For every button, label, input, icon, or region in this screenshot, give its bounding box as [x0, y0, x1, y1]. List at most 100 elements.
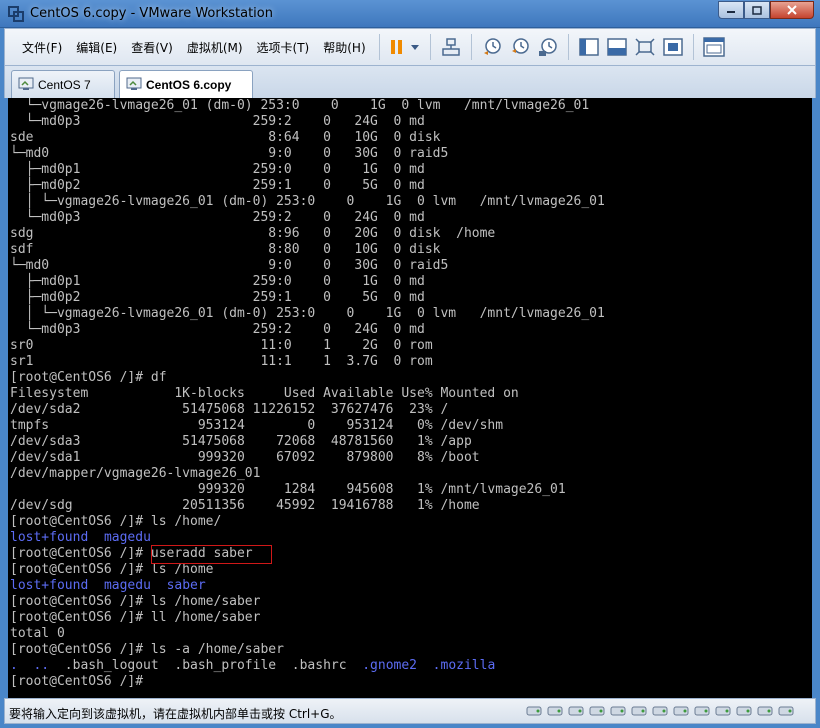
maximize-button[interactable] — [744, 1, 770, 19]
terminal-text: ├─md0p1 259:0 0 1G 0 md — [10, 274, 425, 289]
status-message: 要将输入定向到该虚拟机，请在虚拟机内部单击或按 Ctrl+G。 — [9, 707, 342, 721]
printer-icon[interactable] — [735, 703, 753, 719]
menu-toolbar: 文件(F) 编辑(E) 查看(V) 虚拟机(M) 选项卡(T) 帮助(H) — [4, 28, 816, 66]
toolbar-divider — [692, 34, 694, 60]
directory-name: .mozilla — [432, 658, 496, 673]
terminal-line: [root@CentOS6 /]# ls /home — [8, 562, 812, 578]
message-icon[interactable] — [777, 703, 795, 719]
snapshot-button[interactable] — [478, 33, 506, 61]
terminal-text: [root@CentOS6 /]# ls -a /home/saber — [10, 642, 284, 657]
terminal-line: [root@CentOS6 /]# ls /home/ — [8, 514, 812, 530]
hdd-icon[interactable] — [567, 703, 585, 719]
hdd-icon[interactable] — [546, 703, 564, 719]
revert-snapshot-button[interactable] — [506, 33, 534, 61]
terminal-text: Filesystem 1K-blocks Used Available Use%… — [10, 386, 519, 401]
terminal-line: │ └─vgmage26-lvmage26_01 (dm-0) 253:0 0 … — [8, 306, 812, 322]
terminal-line: /dev/sdg 20511356 45992 19416788 1% /hom… — [8, 498, 812, 514]
close-button[interactable] — [770, 1, 814, 19]
terminal-output: └─vgmage26-lvmage26_01 (dm-0) 253:0 0 1G… — [8, 98, 812, 690]
directory-name: lost+found — [10, 578, 89, 593]
sound-icon[interactable] — [714, 703, 732, 719]
unity-button[interactable] — [659, 33, 687, 61]
minimize-button[interactable] — [718, 1, 744, 19]
cdrom-icon[interactable] — [630, 703, 648, 719]
terminal-line: sdg 8:96 0 20G 0 disk /home — [8, 226, 812, 242]
terminal-text: sdf 8:80 0 10G 0 disk — [10, 242, 441, 257]
tab-centos-6-copy[interactable]: CentOS 6.copy — [119, 70, 253, 98]
vmware-app-icon — [8, 6, 24, 22]
toolbar-divider — [378, 34, 380, 60]
terminal-text: /dev/mapper/vgmage26-lvmage26_01 — [10, 466, 261, 481]
pause-button[interactable] — [386, 33, 424, 61]
menu-tabs[interactable]: 选项卡(T) — [250, 39, 317, 56]
terminal-text: │ └─vgmage26-lvmage26_01 (dm-0) 253:0 0 … — [10, 306, 605, 321]
terminal-line: [root@CentOS6 /]# ls -a /home/saber — [8, 642, 812, 658]
terminal-line: total 0 — [8, 626, 812, 642]
title-bar[interactable]: CentOS 6.copy - VMware Workstation — [0, 0, 820, 28]
tab-centos-7[interactable]: CentOS 7 — [11, 70, 115, 98]
menu-help[interactable]: 帮助(H) — [316, 39, 372, 56]
minimize-icon — [727, 11, 735, 13]
terminal-line: tmpfs 953124 0 953124 0% /dev/shm — [8, 418, 812, 434]
usb-icon[interactable] — [693, 703, 711, 719]
terminal-line: /dev/sda2 51475068 11226152 37627476 23%… — [8, 402, 812, 418]
menu-file[interactable]: 文件(F) — [15, 39, 69, 56]
console-view-icon — [606, 38, 627, 56]
terminal-text: tmpfs 953124 0 953124 0% /dev/shm — [10, 418, 504, 433]
full-screen-button[interactable] — [631, 33, 659, 61]
tab-strip: CentOS 7 CentOS 6.copy — [4, 66, 816, 98]
terminal-line: └─md0p3 259:2 0 24G 0 md — [8, 322, 812, 338]
terminal-line: sde 8:64 0 10G 0 disk — [8, 130, 812, 146]
terminal-line: └─md0p3 259:2 0 24G 0 md — [8, 210, 812, 226]
terminal-text: sr0 11:0 1 2G 0 rom — [10, 338, 433, 353]
cdrom-icon[interactable] — [651, 703, 669, 719]
terminal-line: . .. .bash_logout .bash_profile .bashrc … — [8, 658, 812, 674]
terminal-text: /dev/sda2 51475068 11226152 37627476 23%… — [10, 402, 449, 417]
menu-view[interactable]: 查看(V) — [124, 39, 180, 56]
unity-icon — [662, 38, 683, 56]
status-bar: 要将输入定向到该虚拟机，请在虚拟机内部单击或按 Ctrl+G。 — [4, 698, 816, 724]
hdd-icon[interactable] — [609, 703, 627, 719]
annotation-highlight-box — [151, 545, 272, 564]
terminal-line: sr1 11:1 1 3.7G 0 rom — [8, 354, 812, 370]
terminal-text: /dev/sda3 51475068 72068 48781560 1% /ap… — [10, 434, 472, 449]
toolbar-divider — [470, 34, 472, 60]
terminal-text: /dev/sdg 20511356 45992 19416788 1% /hom… — [10, 498, 480, 513]
menu-edit[interactable]: 编辑(E) — [69, 39, 124, 56]
console-view-button[interactable] — [700, 33, 728, 61]
snapshot-manager-icon — [538, 38, 557, 56]
snapshot-manager-button[interactable] — [534, 33, 562, 61]
hdd-icon[interactable] — [525, 703, 543, 719]
terminal-text: └─md0 9:0 0 30G 0 raid5 — [10, 258, 449, 273]
directory-name: magedu — [103, 530, 151, 545]
terminal-text: [root@CentOS6 /]# df — [10, 370, 167, 385]
directory-name: magedu — [103, 578, 151, 593]
terminal-text: .bash_logout .bash_profile .bashrc — [49, 658, 363, 673]
close-icon — [787, 5, 797, 15]
network-adapter-icon[interactable] — [672, 703, 690, 719]
vm-console[interactable]: └─vgmage26-lvmage26_01 (dm-0) 253:0 0 1G… — [8, 98, 812, 698]
terminal-text: [root@CentOS6 /]# ll /home/saber — [10, 610, 261, 625]
display-icon[interactable] — [756, 703, 774, 719]
hdd-icon[interactable] — [588, 703, 606, 719]
directory-name: saber — [166, 578, 206, 593]
terminal-text: [root@CentOS6 /]# — [10, 674, 151, 689]
tab-label: CentOS 7 — [38, 77, 91, 92]
terminal-line: [root@CentOS6 /]# df — [8, 370, 812, 386]
directory-name: lost+found — [10, 530, 89, 545]
show-library-button[interactable] — [575, 33, 603, 61]
menu-vm[interactable]: 虚拟机(M) — [180, 39, 250, 56]
thumbnail-bar-button[interactable] — [603, 33, 631, 61]
window-title: CentOS 6.copy - VMware Workstation — [30, 6, 273, 21]
terminal-text: [root@CentOS6 /]# ls /home/saber — [10, 594, 261, 609]
directory-name: .gnome2 — [362, 658, 418, 673]
terminal-text: [root@CentOS6 /]# ls /home/ — [10, 514, 222, 529]
terminal-line: ├─md0p1 259:0 0 1G 0 md — [8, 274, 812, 290]
terminal-line: /dev/mapper/vgmage26-lvmage26_01 — [8, 466, 812, 482]
toolbar-divider — [567, 34, 569, 60]
window-icon — [702, 37, 725, 57]
send-ctrl-alt-del-button[interactable] — [437, 33, 465, 61]
